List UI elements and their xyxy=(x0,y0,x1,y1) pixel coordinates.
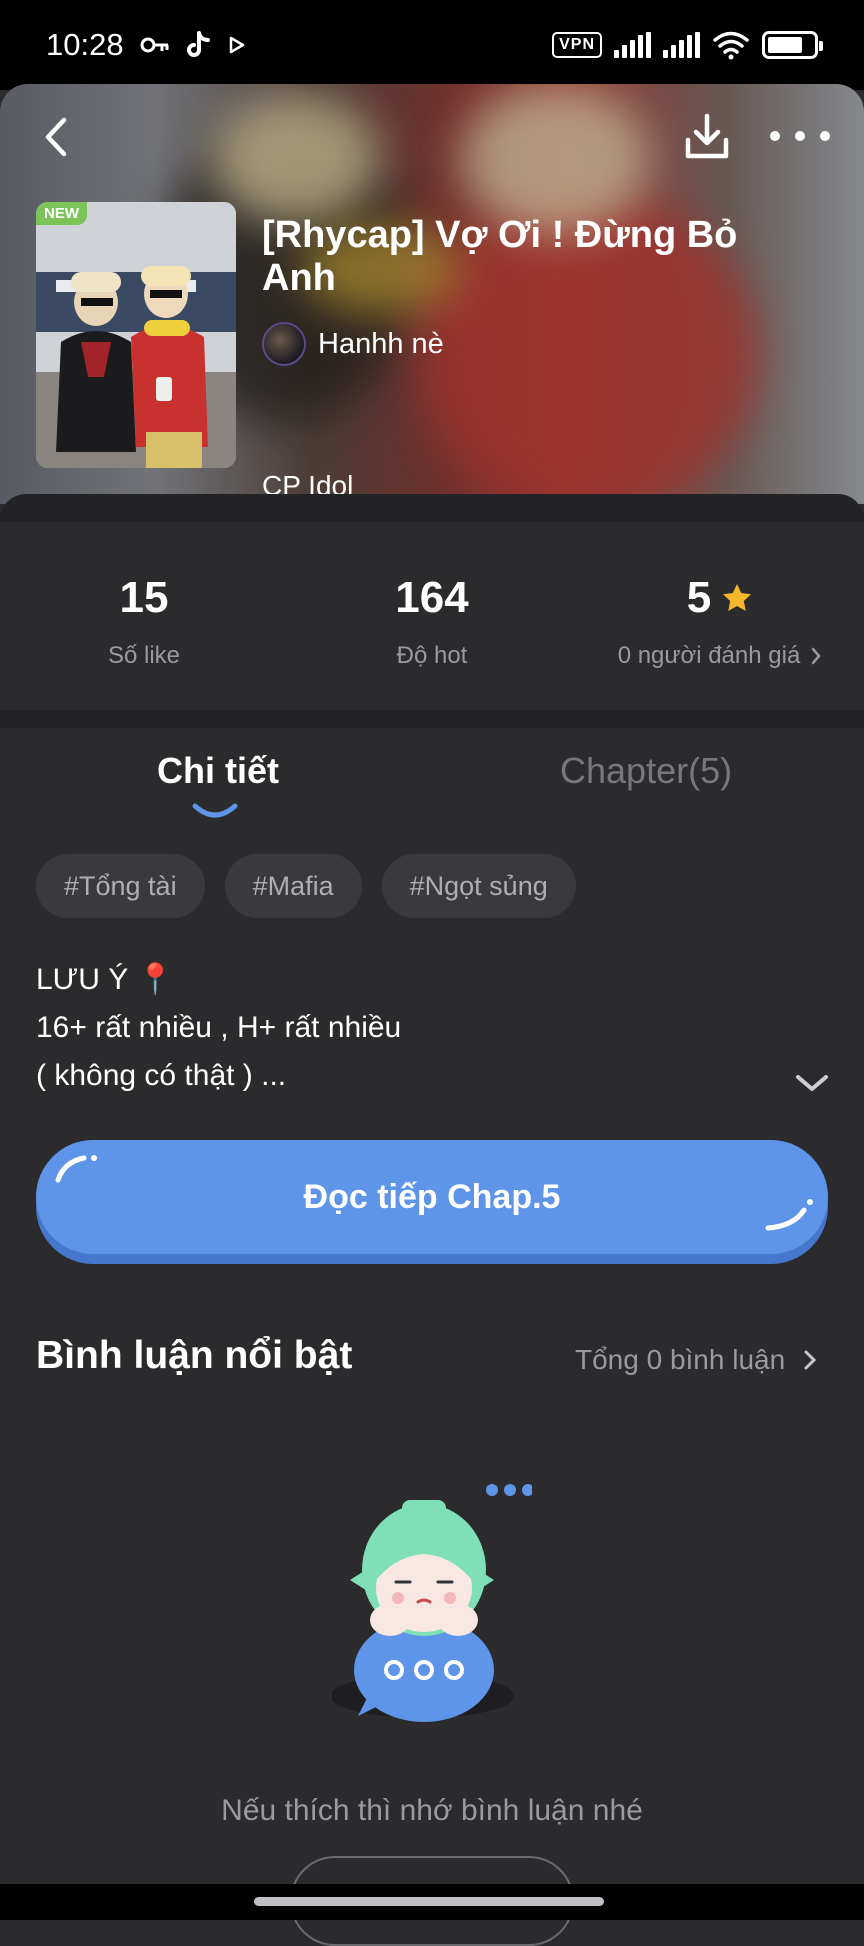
story-description: LƯU Ý 📍 16+ rất nhiều , H+ rất nhiều ( k… xyxy=(36,956,796,1100)
hot-count: 164 xyxy=(395,573,469,622)
battery-icon xyxy=(762,31,823,59)
story-header: NEW [Rhycap] Vợ Ơi ! Đừng Bỏ Anh Hanhh n… xyxy=(0,84,864,504)
story-cover: NEW xyxy=(36,202,236,468)
comments-heading: Bình luận nổi bật xyxy=(36,1334,353,1377)
stat-likes: 15 Số like xyxy=(0,572,288,670)
signal-icon xyxy=(663,32,700,58)
chevron-right-icon xyxy=(812,647,821,665)
description-line: 16+ rất nhiều , H+ rất nhiều xyxy=(36,1011,402,1044)
author-link[interactable]: Hanhh nè xyxy=(262,322,444,366)
continue-reading-label: Đọc tiếp Chap.5 xyxy=(303,1177,561,1216)
download-icon[interactable] xyxy=(680,110,734,164)
tag-chip[interactable]: #Mafia xyxy=(224,854,362,918)
stats-panel: 15 Số like 164 Độ hot 5 0 người đánh giá xyxy=(0,494,864,710)
tag-list: #Tổng tài #Mafia #Ngọt sủng xyxy=(36,854,576,918)
rating-label-row: 0 người đánh giá xyxy=(576,642,864,670)
back-arrow-icon[interactable] xyxy=(36,112,76,162)
status-bar: 10:28 VPN xyxy=(0,0,864,90)
rating-value-row: 5 xyxy=(576,572,864,624)
new-badge: NEW xyxy=(36,202,87,225)
tag-chip[interactable]: #Ngọt sủng xyxy=(381,854,576,918)
key-icon xyxy=(140,37,169,53)
status-time: 10:28 xyxy=(46,27,124,62)
cover-image xyxy=(36,202,236,468)
comments-total: Tổng 0 bình luận xyxy=(575,1344,786,1375)
empty-comments-message: Nếu thích thì nhớ bình luận nhé xyxy=(221,1794,643,1827)
description-line: LƯU Ý 📍 xyxy=(36,963,175,996)
tab-chapters[interactable]: Chapter(5) xyxy=(560,750,732,792)
tab-active-indicator xyxy=(192,803,238,818)
likes-count: 15 xyxy=(119,573,169,622)
play-icon xyxy=(229,36,244,54)
comments-total-link[interactable]: Tổng 0 bình luận xyxy=(575,1344,817,1376)
star-icon xyxy=(723,584,752,611)
empty-comments-illustration xyxy=(332,1484,532,1722)
rating-label: 0 người đánh giá xyxy=(617,642,801,669)
button-gloss xyxy=(765,1199,813,1231)
avatar xyxy=(262,322,306,366)
story-title: [Rhycap] Vợ Ơi ! Đừng Bỏ Anh xyxy=(262,214,738,299)
battery-fill xyxy=(768,37,803,53)
vpn-icon: VPN xyxy=(552,32,602,58)
status-left: 10:28 xyxy=(46,27,246,63)
likes-label: Số like xyxy=(107,642,181,669)
stat-hot: 164 Độ hot xyxy=(288,572,576,670)
chevron-right-icon xyxy=(804,1350,817,1370)
section-divider xyxy=(0,710,864,728)
author-name: Hanhh nè xyxy=(318,327,444,360)
status-right: VPN xyxy=(552,30,823,60)
hot-label: Độ hot xyxy=(396,642,468,669)
tiktok-icon xyxy=(186,31,210,57)
rating-value: 5 xyxy=(686,573,712,622)
home-indicator[interactable] xyxy=(254,1897,604,1906)
wifi-icon xyxy=(713,31,749,60)
signal-icon xyxy=(614,32,651,58)
tab-details[interactable]: Chi tiết xyxy=(157,750,279,792)
description-line: ( không có thật ) ... xyxy=(36,1059,287,1092)
stat-rating[interactable]: 5 0 người đánh giá xyxy=(576,572,864,670)
button-gloss xyxy=(55,1155,97,1183)
continue-reading-button[interactable]: Đọc tiếp Chap.5 xyxy=(36,1140,828,1254)
chevron-down-icon[interactable] xyxy=(792,1070,832,1096)
more-icon[interactable] xyxy=(770,114,830,158)
tag-chip[interactable]: #Tổng tài xyxy=(36,854,205,918)
